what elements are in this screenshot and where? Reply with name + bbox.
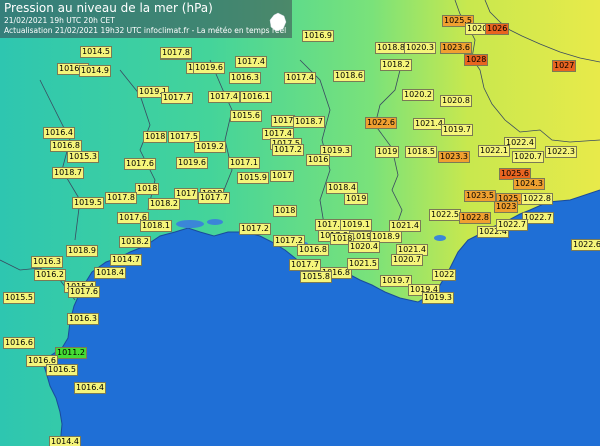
- pressure-label: 1017.8: [160, 47, 192, 59]
- pressure-label: 1011.2: [55, 347, 87, 359]
- pressure-label: 1018.1: [140, 220, 172, 232]
- pressure-label: 1019.6: [193, 62, 225, 74]
- pressure-label: 1022.8: [459, 212, 491, 224]
- pressure-label: 1022: [432, 269, 457, 281]
- pressure-label: 1019.7: [441, 124, 473, 136]
- pressure-label: 1021.4: [389, 220, 421, 232]
- pressure-label: 1017.7: [198, 192, 230, 204]
- pressure-label: 1021.5: [347, 258, 379, 270]
- pressure-label: 1015.6: [230, 110, 262, 122]
- pressure-label: 1018.2: [380, 59, 412, 71]
- pressure-label: 1020.3: [404, 42, 436, 54]
- pressure-label: 1017.7: [161, 92, 193, 104]
- pressure-label: 1016.9: [302, 30, 334, 42]
- pressure-label: 1023: [494, 201, 519, 213]
- pressure-label: 1023.5: [464, 190, 496, 202]
- france-logo-icon: [269, 12, 287, 32]
- pressure-label: 1017.4: [235, 56, 267, 68]
- map-title: Pression au niveau de la mer (hPa): [4, 1, 213, 15]
- pressure-label: 1027: [552, 60, 577, 72]
- pressure-label: 1017.2: [239, 223, 271, 235]
- pressure-label: 1020.2: [402, 89, 434, 101]
- pressure-label: 1017.7: [289, 259, 321, 271]
- pressure-label: 1014.5: [80, 46, 112, 58]
- pressure-label: 1018.7: [293, 116, 325, 128]
- pressure-label: 1019.2: [194, 141, 226, 153]
- pressure-label: 1018.4: [94, 267, 126, 279]
- pressure-label: 1018.9: [66, 245, 98, 257]
- pressure-label: 1022.3: [545, 146, 577, 158]
- pressure-label: 1016.3: [31, 256, 63, 268]
- pressure-label: 1016.5: [46, 364, 78, 376]
- pressure-label: 1022.8: [521, 193, 553, 205]
- pressure-label: 1019: [344, 193, 369, 205]
- pressure-label: 1017.1: [228, 157, 260, 169]
- pressure-label: 1026: [485, 23, 510, 35]
- pressure-label: 1019.6: [176, 157, 208, 169]
- pressure-label: 1014.9: [79, 65, 111, 77]
- pressure-label: 1016.4: [43, 127, 75, 139]
- pressure-label: 1020.4: [348, 241, 380, 253]
- pressure-label: 1028: [464, 54, 489, 66]
- pressure-label: 1018.7: [52, 167, 84, 179]
- pressure-label: 1016.4: [74, 382, 106, 394]
- pressure-label: 1018.5: [405, 146, 437, 158]
- pressure-label: 1017: [271, 115, 296, 127]
- pressure-label: 1022.5: [429, 209, 461, 221]
- pressure-label: 1016.8: [297, 244, 329, 256]
- pressure-label: 1018: [143, 131, 168, 143]
- pressure-label: 1019.3: [422, 292, 454, 304]
- pressure-label: 1015.3: [67, 151, 99, 163]
- pressure-label: 1022.6: [365, 117, 397, 129]
- pressure-label: 1016.6: [3, 337, 35, 349]
- pressure-label: 1018.8: [375, 42, 407, 54]
- map-time: 21/02/2021 19h UTC 20h CET: [4, 16, 115, 25]
- pressure-label: 1016.1: [240, 91, 272, 103]
- pressure-label: 1016.3: [229, 72, 261, 84]
- pressure-map: Pression au niveau de la mer (hPa) 21/02…: [0, 0, 600, 446]
- pressure-label: 1017.2: [272, 144, 304, 156]
- pressure-label: 1023.6: [440, 42, 472, 54]
- pressure-label: 1020.7: [512, 151, 544, 163]
- pressure-label: 1018: [135, 183, 160, 195]
- pressure-label: 1022.7: [496, 219, 528, 231]
- pressure-label: 1017.8: [105, 192, 137, 204]
- pressure-label: 1017.6: [124, 158, 156, 170]
- pressure-label: 1017.4: [284, 72, 316, 84]
- pressure-label: 1018.2: [148, 198, 180, 210]
- pressure-label: 1019: [375, 146, 400, 158]
- pressure-label: 1015.9: [237, 172, 269, 184]
- pressure-label: 1016.3: [67, 313, 99, 325]
- pressure-label: 1023.3: [438, 151, 470, 163]
- pressure-label: 1016: [306, 154, 331, 166]
- pressure-label: 1014.7: [110, 254, 142, 266]
- pressure-label: 1020.7: [391, 254, 423, 266]
- map-update: Actualisation 21/02/2021 19h32 UTC infoc…: [4, 26, 287, 35]
- pressure-label: 1016.2: [34, 269, 66, 281]
- pressure-label: 1015.5: [3, 292, 35, 304]
- pressure-label: 1022.1: [478, 145, 510, 157]
- pressure-label: 1018.6: [333, 70, 365, 82]
- pressure-label: 1017.6: [68, 286, 100, 298]
- pressure-label: 1022.6: [571, 239, 600, 251]
- pressure-label: 1017: [270, 170, 295, 182]
- pressure-label: 1018.2: [119, 236, 151, 248]
- pressure-label: 1020.8: [440, 95, 472, 107]
- pressure-label: 1018: [273, 205, 298, 217]
- pressure-label: 1024.3: [513, 178, 545, 190]
- pressure-label: 1019.5: [72, 197, 104, 209]
- pressure-label: 1017.4: [208, 91, 240, 103]
- pressure-label: 1014.4: [49, 436, 81, 446]
- pressure-label: 1015.8: [300, 271, 332, 283]
